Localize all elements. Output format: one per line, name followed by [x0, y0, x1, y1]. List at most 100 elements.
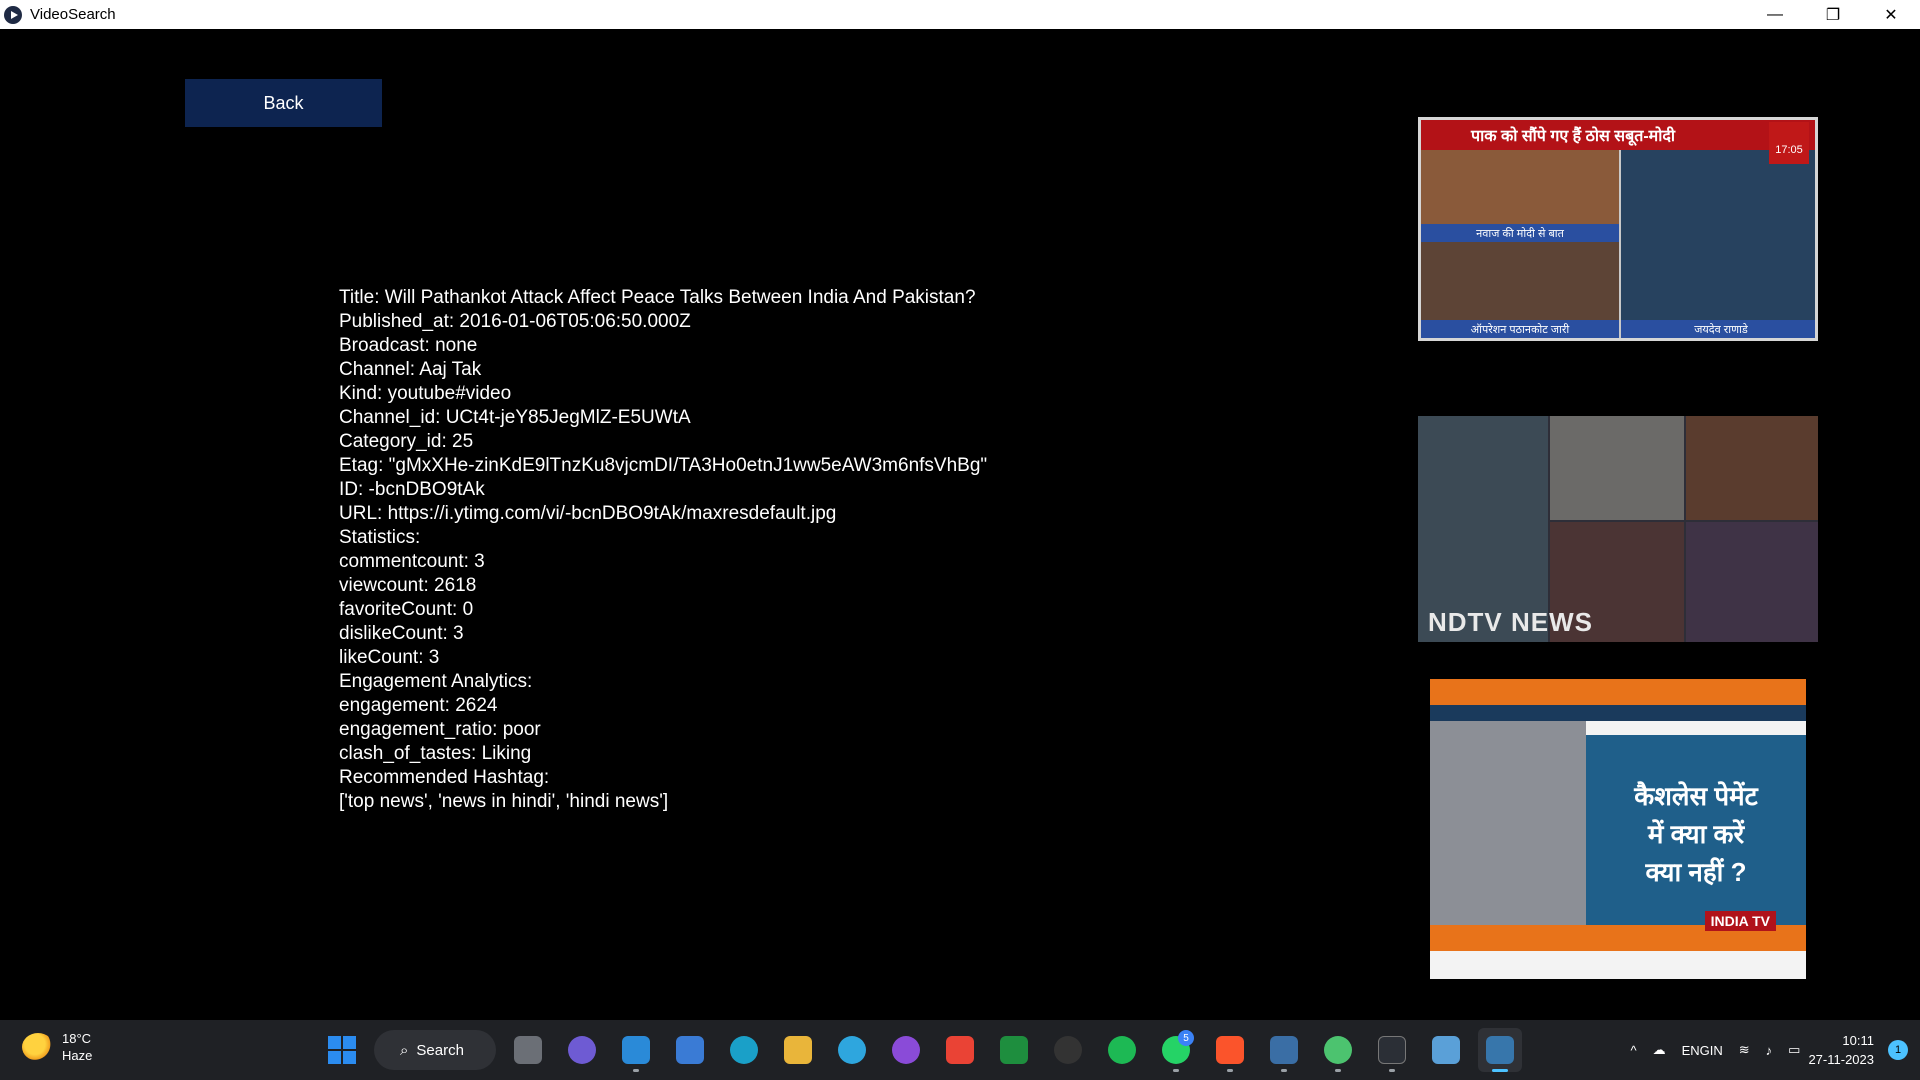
start-button[interactable] [320, 1028, 364, 1072]
whatsapp-badge: 5 [1178, 1030, 1194, 1046]
terminal-icon [1378, 1036, 1406, 1064]
detail-viewcount: viewcount: 2618 [339, 575, 477, 596]
clock-date: 27-11-2023 [1808, 1052, 1874, 1067]
onedrive-button[interactable]: ☁ [1653, 1042, 1666, 1058]
detail-statistics-heading: Statistics: [339, 527, 421, 548]
detail-etag: Etag: "gMxXHe-zinKdE9lTnzKu8vjcmDI/TA3Ho… [339, 455, 988, 476]
thumb-banner: पाक को सौंपे गए हैं ठोस सबूत-मोदी [1421, 120, 1815, 150]
spotify-button[interactable] [1100, 1028, 1144, 1072]
store-button[interactable] [668, 1028, 712, 1072]
thumb-scene-speaker [1621, 150, 1815, 338]
clock-app-icon [1054, 1036, 1082, 1064]
thumb-panelist-1 [1550, 416, 1684, 520]
task-view-icon [514, 1036, 542, 1064]
teams-chat-button[interactable] [560, 1028, 604, 1072]
detail-favoritecount: favoriteCount: 0 [339, 599, 474, 620]
store-icon [676, 1036, 704, 1064]
gmail-button[interactable] [938, 1028, 982, 1072]
maps-pin-button[interactable] [1316, 1028, 1360, 1072]
thumb-panelist-2 [1686, 416, 1818, 520]
classroom-icon [1000, 1036, 1028, 1064]
thumb-dark-bar [1430, 705, 1806, 721]
lang-bottom: IN [1709, 1042, 1723, 1058]
search-label: Search [416, 1041, 464, 1059]
tray-overflow-button[interactable]: ^ [1630, 1043, 1636, 1058]
screen-tool-button[interactable] [1262, 1028, 1306, 1072]
chevron-up-icon: ^ [1630, 1042, 1637, 1058]
clock[interactable]: 10:11 27-11-2023 [1808, 1031, 1874, 1069]
brave-icon [1216, 1036, 1244, 1064]
indiatv-logo: INDIA TV [1704, 911, 1776, 931]
cloud-icon: ☁ [1652, 1042, 1666, 1057]
file-explorer-button[interactable] [776, 1028, 820, 1072]
detail-published-at: Published_at: 2016-01-06T05:06:50.000Z [339, 311, 691, 332]
clock-time: 10:11 [1842, 1033, 1874, 1048]
thumb-headline-panel: कैशलेस पेमेंट में क्या करें क्या नहीं ? [1586, 735, 1806, 925]
window-controls: — ❐ ✕ [1746, 0, 1920, 29]
podcast-icon [892, 1036, 920, 1064]
maps-pin-icon [1324, 1036, 1352, 1064]
snipping-button[interactable] [1424, 1028, 1468, 1072]
telegram-icon [838, 1036, 866, 1064]
window-titlebar: VideoSearch — ❐ ✕ [0, 0, 1920, 29]
thumb-card-payment [1430, 721, 1586, 951]
close-button[interactable]: ✕ [1862, 0, 1920, 29]
ndtv-watermark: NDTV NEWS [1428, 607, 1593, 637]
detail-engagement: engagement: 2624 [339, 695, 498, 716]
edge-button[interactable] [722, 1028, 766, 1072]
thumbnail-ndtv[interactable]: NDTV NEWS [1418, 416, 1818, 642]
clock-app-button[interactable] [1046, 1028, 1090, 1072]
detail-engagement-heading: Engagement Analytics: [339, 671, 533, 692]
vscode-icon [622, 1036, 650, 1064]
thumb-caption-top: नवाज की मोदी से बात [1421, 224, 1619, 242]
restore-button[interactable]: ❐ [1804, 0, 1862, 29]
weather-temp: 18°C [62, 1031, 92, 1046]
screen-tool-icon [1270, 1036, 1298, 1064]
detail-hashtag-heading: Recommended Hashtag: [339, 767, 550, 788]
minimize-button[interactable]: — [1746, 0, 1804, 29]
battery-icon: ▭ [1788, 1042, 1801, 1057]
window-title: VideoSearch [30, 6, 116, 23]
back-button[interactable]: Back [185, 79, 382, 127]
thumb-headline-1: कैशलेस पेमेंट [1634, 781, 1758, 811]
thumbnail-indiatv[interactable]: कैशलेस पेमेंट में क्या करें क्या नहीं ? … [1430, 679, 1806, 979]
detail-title: Title: Will Pathankot Attack Affect Peac… [339, 287, 976, 308]
search-icon: ⌕ [400, 1041, 409, 1059]
whatsapp-button[interactable]: 5 [1154, 1028, 1198, 1072]
aajtak-logo: 17:05 [1769, 122, 1809, 164]
thumbnail-aajtak[interactable]: पाक को सौंपे गए हैं ठोस सबूत-मोदी 17:05 … [1418, 117, 1818, 341]
brave-button[interactable] [1208, 1028, 1252, 1072]
podcast-button[interactable] [884, 1028, 928, 1072]
python-app-icon [1486, 1036, 1514, 1064]
volume-button[interactable]: ♪ [1766, 1043, 1773, 1058]
gmail-icon [946, 1036, 974, 1064]
thumb-caption-right: जयदेव राणाडे [1621, 320, 1815, 338]
vscode-button[interactable] [614, 1028, 658, 1072]
detail-clash-of-tastes: clash_of_tastes: Liking [339, 743, 532, 764]
classroom-button[interactable] [992, 1028, 1036, 1072]
detail-url: URL: https://i.ytimg.com/vi/-bcnDBO9tAk/… [339, 503, 837, 524]
thumb-panelist-4 [1686, 522, 1818, 642]
thumb-caption-left: ऑपरेशन पठानकोट जारी [1421, 320, 1619, 338]
terminal-button[interactable] [1370, 1028, 1414, 1072]
python-app-button[interactable] [1478, 1028, 1522, 1072]
detail-likecount: likeCount: 3 [339, 647, 440, 668]
battery-button[interactable]: ▭ [1788, 1042, 1800, 1058]
wifi-button[interactable]: ≋ [1739, 1042, 1750, 1058]
weather-widget[interactable]: 18°C Haze [22, 1030, 92, 1064]
app-icon [4, 5, 22, 24]
system-tray: ^ ☁ ENG IN ≋ ♪ ▭ 10:11 27-11-2023 1 [1622, 1020, 1920, 1080]
taskbar-apps: ⌕ Search 5 [320, 1026, 1522, 1074]
telegram-button[interactable] [830, 1028, 874, 1072]
task-view-button[interactable] [506, 1028, 550, 1072]
file-explorer-icon [784, 1036, 812, 1064]
taskbar-search[interactable]: ⌕ Search [374, 1030, 496, 1070]
detail-broadcast: Broadcast: none [339, 335, 478, 356]
language-indicator[interactable]: ENG IN [1682, 1042, 1723, 1059]
detail-kind: Kind: youtube#video [339, 383, 512, 404]
taskbar: 18°C Haze ⌕ Search 5 ^ ☁ ENG IN ≋ ♪ ▭ 10… [0, 1020, 1920, 1080]
teams-chat-icon [568, 1036, 596, 1064]
detail-hashtags: ['top news', 'news in hindi', 'hindi new… [339, 791, 669, 812]
notification-badge[interactable]: 1 [1888, 1040, 1908, 1060]
wifi-icon: ≋ [1738, 1042, 1750, 1057]
